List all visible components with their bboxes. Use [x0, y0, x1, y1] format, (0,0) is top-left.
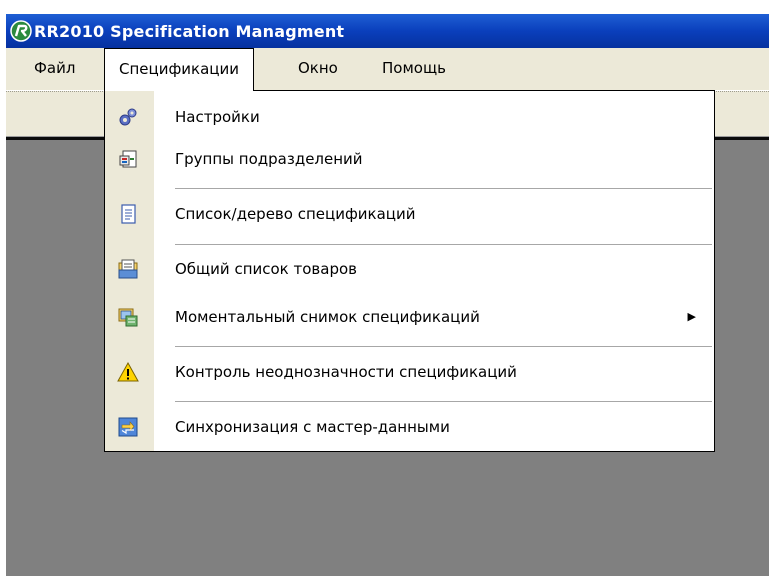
menu-bar: Файл Спецификации Окно Помощь [6, 48, 769, 91]
menu-file[interactable]: Файл [20, 48, 89, 90]
warning-icon [117, 361, 139, 382]
menu-item-spec-list-tree[interactable]: Список/дерево спецификаций [105, 194, 714, 234]
menu-item-label: Синхронизация с мастер-данными [175, 418, 450, 436]
snapshot-icon [118, 308, 138, 327]
menu-item-label: Настройки [175, 108, 260, 126]
menu-separator [175, 188, 712, 190]
menu-item-label: Контроль неоднозначности спецификаций [175, 363, 517, 381]
menu-separator [175, 346, 712, 348]
menu-window[interactable]: Окно [284, 48, 352, 90]
menu-item-master-data-sync[interactable]: Синхронизация с мастер-данными [105, 407, 714, 447]
menu-specifications[interactable]: Спецификации [104, 48, 254, 91]
menu-item-label: Общий список товаров [175, 260, 357, 278]
menu-item-label: Группы подразделений [175, 150, 363, 168]
menu-item-label: Моментальный снимок спецификаций [175, 308, 480, 326]
menu-item-label: Список/дерево спецификаций [175, 205, 416, 223]
list-icon [118, 259, 138, 279]
menu-item-common-goods-list[interactable]: Общий список товаров [105, 249, 714, 289]
menu-separator [175, 401, 712, 403]
menu-item-department-groups[interactable]: Группы подразделений [105, 139, 714, 179]
sync-icon [118, 417, 138, 437]
menu-help[interactable]: Помощь [368, 48, 460, 90]
menu-separator [175, 244, 712, 246]
window-title: RR2010 Specification Managment [34, 21, 345, 41]
app-window: RR2010 Specification Managment Файл Спец… [0, 0, 769, 576]
menu-item-spec-snapshot[interactable]: Моментальный снимок спецификаций ▶ [105, 297, 714, 337]
submenu-arrow-icon: ▶ [687, 310, 696, 323]
menu-item-settings[interactable]: Настройки [105, 97, 714, 137]
title-bar[interactable]: RR2010 Specification Managment [6, 14, 769, 48]
gears-icon [119, 108, 137, 126]
document-icon [121, 204, 136, 224]
menu-item-ambiguity-control[interactable]: Контроль неоднозначности спецификаций [105, 352, 714, 392]
specifications-dropdown: Настройки Группы подразделений Список/де… [104, 90, 715, 452]
groups-icon [119, 150, 137, 168]
app-logo-icon [10, 20, 32, 42]
